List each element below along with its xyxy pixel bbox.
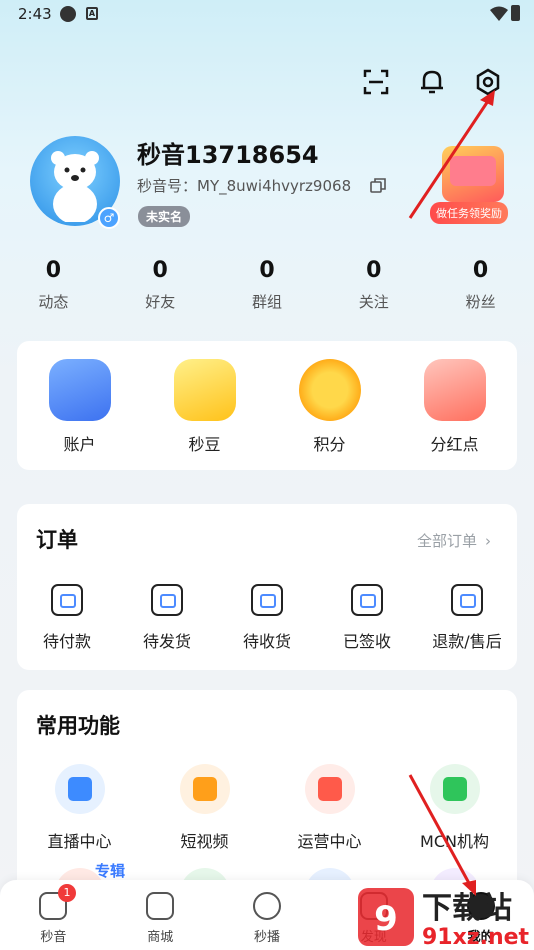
stat-value: 0 xyxy=(472,258,489,283)
play-circle-icon xyxy=(252,892,281,920)
orders-title: 订单 xyxy=(36,528,78,552)
red-envelope-gift-icon xyxy=(442,146,504,202)
function-label: 运营中心 xyxy=(297,832,362,851)
stat-label: 动态 xyxy=(38,293,69,311)
wallet-label: 积分 xyxy=(313,435,346,454)
checkmark-box-icon xyxy=(351,584,383,616)
stat-value: 0 xyxy=(152,258,168,283)
watermark-subtext: 91xz.net xyxy=(422,925,530,950)
pending-shipment-icon xyxy=(151,584,183,616)
stat-label: 好友 xyxy=(145,293,176,311)
nav-label: 秒播 xyxy=(253,930,280,945)
stat-value: 0 xyxy=(366,258,382,283)
function-short-video[interactable]: 短视频 xyxy=(142,764,267,852)
order-label: 待付款 xyxy=(42,632,91,651)
order-received[interactable]: 已签收 xyxy=(317,584,417,652)
order-label: 已签收 xyxy=(342,632,391,651)
username: 秒音13718654 xyxy=(137,141,319,169)
beans-icon xyxy=(173,359,236,421)
nav-mall[interactable]: 商城 xyxy=(107,880,214,950)
watermark-graphic: 9 下载站 91xz.net xyxy=(358,888,530,950)
stat-value: 0 xyxy=(45,258,62,283)
all-orders-label: 全部订单 xyxy=(416,532,477,550)
settings-button[interactable] xyxy=(472,66,504,98)
wallet-points[interactable]: 积分 xyxy=(267,341,392,470)
shopping-bag-icon xyxy=(146,892,175,920)
notification-button[interactable] xyxy=(416,66,448,98)
verification-status-badge[interactable]: 未实名 xyxy=(138,206,191,227)
all-orders-link[interactable]: 全部订单 › xyxy=(417,530,491,551)
unread-badge: 1 xyxy=(58,884,76,902)
wallet-card: 账户 秒豆 积分 分红点 xyxy=(17,341,517,470)
wallet-icon xyxy=(48,359,111,421)
refund-icon xyxy=(451,584,483,616)
function-label: 直播中心 xyxy=(47,832,112,851)
order-status-row: 待付款 待发货 待收货 已签收 退款/售后 xyxy=(17,584,517,652)
bell-icon xyxy=(421,70,443,94)
wallet-beans[interactable]: 秒豆 xyxy=(142,341,267,470)
polar-bear-avatar-icon xyxy=(51,151,99,222)
video-camera-icon xyxy=(54,764,105,814)
function-operations-center[interactable]: 运营中心 xyxy=(267,764,392,852)
stat-following[interactable]: 0 关注 xyxy=(320,258,427,312)
wallet-account[interactable]: 账户 xyxy=(17,341,142,470)
copy-icon[interactable] xyxy=(370,178,386,194)
functions-title: 常用功能 xyxy=(36,714,120,738)
nav-label: 商城 xyxy=(147,930,174,945)
pending-payment-icon xyxy=(51,584,83,616)
tv-play-icon xyxy=(179,764,230,814)
battery-icon xyxy=(511,5,520,21)
nav-label: 秒音 xyxy=(40,930,67,945)
scan-icon xyxy=(363,69,389,95)
wallet-label: 分红点 xyxy=(430,435,479,454)
order-pending-payment[interactable]: 待付款 xyxy=(17,584,117,652)
functions-row: 直播中心 短视频 运营中心 MCN机构 xyxy=(17,764,517,852)
orders-card: 订单 全部订单 › 待付款 待发货 待收货 已签收 退款/售后 xyxy=(17,504,517,670)
nav-live[interactable]: 秒播 xyxy=(214,880,321,950)
stat-groups[interactable]: 0 群组 xyxy=(214,258,321,312)
wallet-label: 账户 xyxy=(63,435,96,454)
app-notification-icon xyxy=(60,6,76,22)
order-label: 待收货 xyxy=(242,632,291,651)
order-refund[interactable]: 退款/售后 xyxy=(417,584,517,652)
task-reward-label: 做任务领奖励 xyxy=(430,202,508,224)
stat-fans[interactable]: 0 粉丝 xyxy=(427,258,534,312)
function-label: 短视频 xyxy=(180,832,229,851)
profile-stats: 0 动态 0 好友 0 群组 0 关注 0 粉丝 xyxy=(0,258,534,312)
svg-text:9: 9 xyxy=(374,899,398,939)
delivery-truck-icon xyxy=(251,584,283,616)
task-reward-button[interactable]: 做任务领奖励 xyxy=(428,142,514,226)
chevron-right-icon: › xyxy=(485,532,491,550)
building-icon xyxy=(429,764,480,814)
function-label: MCN机构 xyxy=(420,832,489,851)
stat-label: 粉丝 xyxy=(465,293,496,311)
star-coin-icon xyxy=(298,359,361,421)
stat-label: 群组 xyxy=(251,293,282,311)
gear-icon xyxy=(476,68,500,96)
chart-screen-icon xyxy=(304,764,355,814)
notification-a-icon: A xyxy=(86,7,98,20)
status-bar: 2:43 A xyxy=(0,0,534,28)
function-mcn[interactable]: MCN机构 xyxy=(392,764,517,852)
nav-miaoyin[interactable]: 1 秒音 xyxy=(0,880,107,950)
status-time: 2:43 xyxy=(18,5,52,23)
wallet-label: 秒豆 xyxy=(188,435,221,454)
order-label: 待发货 xyxy=(142,632,191,651)
watermark-logo: 9 下载站 91xz.net xyxy=(356,880,534,950)
wifi-icon xyxy=(490,6,508,21)
user-id: 秒音号：MY_8uwi4hvyrz9068 xyxy=(137,177,352,195)
order-pending-receipt[interactable]: 待收货 xyxy=(217,584,317,652)
stat-label: 关注 xyxy=(358,293,389,311)
stat-dynamics[interactable]: 0 动态 xyxy=(0,258,107,312)
wallet-dividend[interactable]: 分红点 xyxy=(392,341,517,470)
order-label: 退款/售后 xyxy=(432,632,502,651)
function-live-center[interactable]: 直播中心 xyxy=(17,764,142,852)
stat-value: 0 xyxy=(259,258,275,283)
scan-button[interactable] xyxy=(360,66,392,98)
gender-male-icon: ♂ xyxy=(98,207,120,229)
order-pending-shipment[interactable]: 待发货 xyxy=(117,584,217,652)
stat-friends[interactable]: 0 好友 xyxy=(107,258,214,312)
watermark-text: 下载站 xyxy=(422,891,512,926)
dividend-ticket-icon xyxy=(423,359,486,421)
